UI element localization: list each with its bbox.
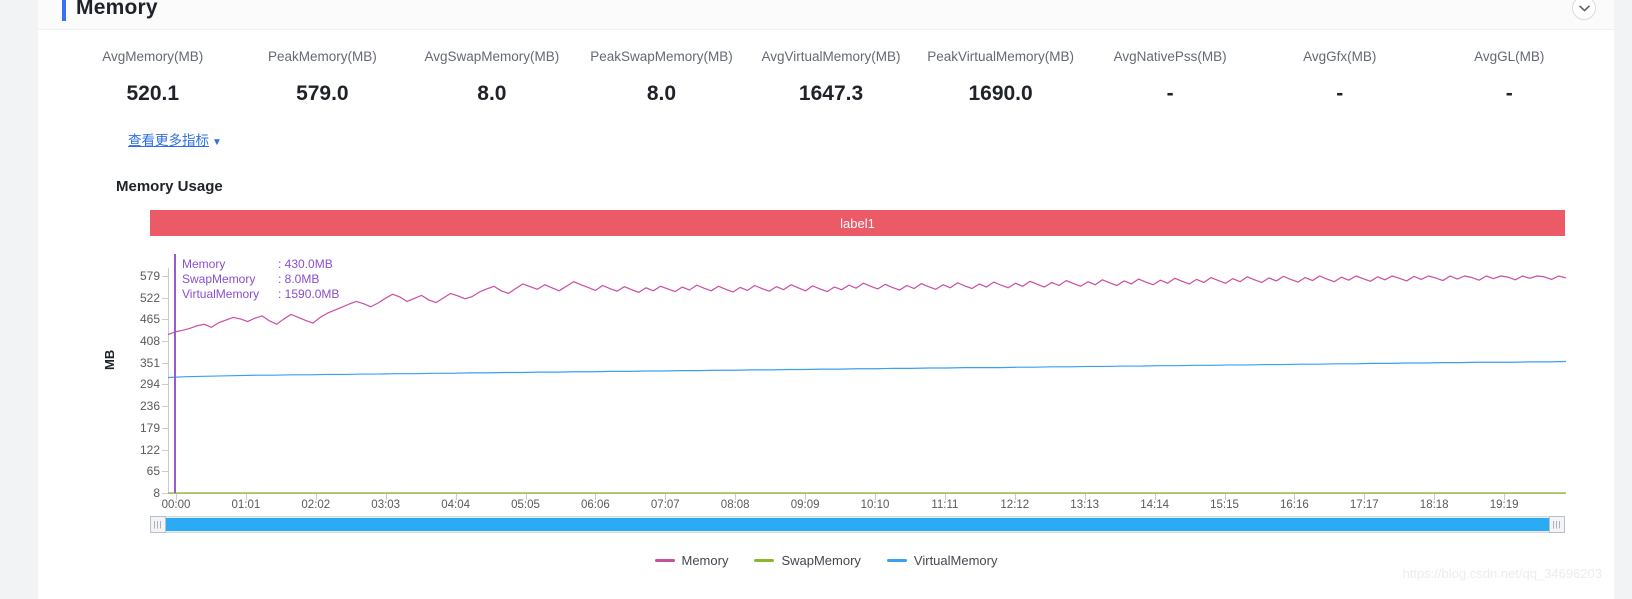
tooltip-value: : 1590.0MB <box>278 287 340 301</box>
chart-datazoom-scrollbar[interactable]: ||| ||| <box>150 516 1565 533</box>
legend-label: Memory <box>681 553 729 568</box>
legend-item[interactable]: Memory <box>654 553 729 568</box>
tooltip-row: Memory : 430.0MB <box>182 257 339 272</box>
series-line-virtualmemory <box>167 360 1567 379</box>
datazoom-handle-left[interactable]: ||| <box>150 516 166 533</box>
tooltip-value: : 430.0MB <box>278 257 333 271</box>
legend-item[interactable]: SwapMemory <box>754 553 861 568</box>
tooltip-key: SwapMemory <box>182 272 256 286</box>
chart-legend: Memory SwapMemory VirtualMemory <box>38 553 1614 568</box>
datazoom-fill[interactable] <box>165 518 1550 531</box>
chart-tooltip: Memory: 430.0MB SwapMemory: 8.0MB VirtualM… <box>174 257 339 302</box>
legend-label: SwapMemory <box>781 553 861 568</box>
page-gutter-left <box>0 0 38 599</box>
tooltip-value: : 8.0MB <box>278 272 320 286</box>
memory-panel-card: Memory AvgMemory(MB) 520.1 PeakMemory(MB) 5… <box>38 0 1614 599</box>
watermark: https://blog.csdn.net/qq_34696203 <box>1402 566 1603 581</box>
legend-swatch-icon <box>886 559 907 562</box>
series-line-memory <box>167 275 1567 336</box>
legend-label: VirtualMemory <box>913 553 998 568</box>
legend-item[interactable]: VirtualMemory <box>886 553 998 568</box>
legend-swatch-icon <box>654 559 675 562</box>
tooltip-key: VirtualMemory <box>182 287 260 301</box>
datazoom-handle-right[interactable]: ||| <box>1549 516 1565 533</box>
tooltip-key: Memory <box>182 257 226 271</box>
page-root: Memory AvgMemory(MB) 520.1 PeakMemory(MB) 5… <box>0 0 1632 599</box>
tooltip-row: VirtualMemory : 1590.0MB <box>182 287 339 302</box>
tooltip-row: SwapMemory : 8.0MB <box>182 272 339 287</box>
legend-swatch-icon <box>754 559 775 562</box>
page-gutter-right <box>1614 0 1632 599</box>
